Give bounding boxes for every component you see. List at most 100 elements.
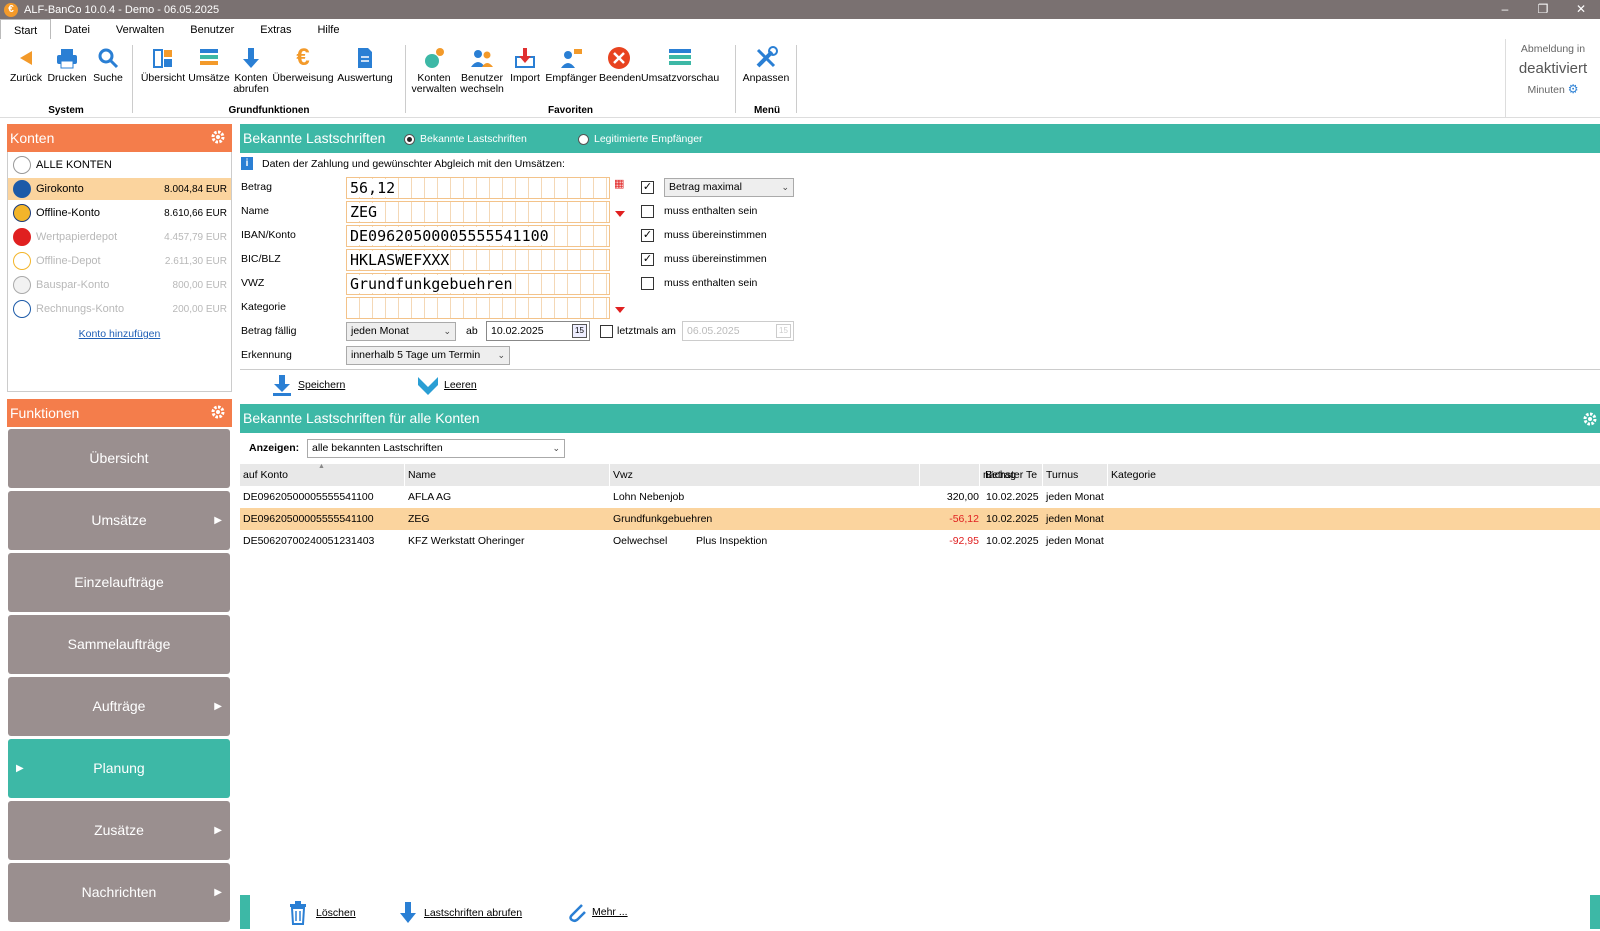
nav-planung[interactable]: ▶ Planung [8,739,230,798]
forecast-button[interactable]: Umsatzvorschau [641,43,719,84]
download-arrow-icon [400,902,416,923]
account-name: ALLE KONTEN [36,159,112,171]
nav-nachrichten[interactable]: Nachrichten ▶ [8,863,230,922]
import-button[interactable]: Import [507,43,543,84]
menu-start[interactable]: Start [0,19,52,39]
col-turnus[interactable]: Turnus [1046,469,1078,481]
gear-icon[interactable]: ⚙ [1568,82,1579,96]
account-name: Bauspar-Konto [36,279,110,291]
print-button[interactable]: Drucken [46,43,88,84]
account-balance: 4.457,79 EUR [164,231,227,243]
filter-select[interactable]: alle bekannten Lastschriften ⌄ [307,439,565,458]
switch-user-button[interactable]: Benutzer wechseln [459,43,505,95]
menu-datei[interactable]: Datei [51,19,103,39]
end-date-input[interactable]: 06.05.2025 15 [682,321,794,341]
betrag-checkbox[interactable]: ✓ [641,181,654,194]
save-button[interactable]: Speichern [272,374,345,396]
calculator-icon[interactable]: ▦ [614,178,625,191]
gear-icon[interactable] [210,129,226,145]
start-date-input[interactable]: 10.02.2025 15 [486,321,590,341]
transfer-button[interactable]: € Überweisung [272,43,334,84]
nav-umsaetze[interactable]: Umsätze ▶ [8,491,230,550]
exit-button[interactable]: Beenden [599,43,641,84]
gear-icon[interactable] [1582,411,1598,427]
betrag-input[interactable]: 56,12 [346,177,610,199]
fetch-debits-button[interactable]: Lastschriften abrufen [398,901,522,925]
account-item-bauspar-konto[interactable]: Bauspar-Konto 800,00 EUR [8,274,231,296]
tools-icon [741,43,791,73]
back-button[interactable]: Zurück [8,43,44,84]
logout-status[interactable]: deaktiviert [1506,60,1600,77]
clear-button[interactable]: Leeren [416,373,477,397]
nav-auftraege[interactable]: Aufträge ▶ [8,677,230,736]
menu-extras[interactable]: Extras [247,19,304,39]
vwz-input[interactable]: Grundfunkgebuehren [346,273,610,295]
more-button[interactable]: Mehr ... [566,901,628,923]
account-item-offline-konto[interactable]: Offline-Konto 8.610,66 EUR [8,202,231,224]
label-kategorie: Kategorie [241,301,286,313]
iban-checkbox[interactable]: ✓ [641,229,654,242]
calendar-icon[interactable]: 15 [776,324,791,338]
fetch-accounts-button[interactable]: Konten abrufen [232,43,270,95]
delete-button[interactable]: Löschen [288,901,356,925]
table-row[interactable]: DE09620500005555541100 AFLA AG Lohn Nebe… [240,486,1600,508]
col-name[interactable]: Name [408,469,436,481]
cell-konto: DE50620700240051231403 [243,535,375,547]
bic-input[interactable]: HKLASWEFXXX [346,249,610,271]
menu-benutzer[interactable]: Benutzer [177,19,247,39]
add-account-link[interactable]: Konto hinzufügen [8,328,231,340]
close-button[interactable]: ✕ [1562,0,1600,19]
menu-hilfe[interactable]: Hilfe [304,19,352,39]
restore-button[interactable]: ❐ [1524,0,1562,19]
col-next[interactable]: nächster Te [983,469,1037,481]
account-all[interactable]: ALLE KONTEN [8,154,231,176]
letztmals-checkbox[interactable] [600,325,613,338]
nav-sammelauftraege[interactable]: Sammelaufträge [8,615,230,674]
col-divider [1042,464,1043,486]
minimize-button[interactable]: – [1486,0,1524,19]
manage-accounts-button[interactable]: Konten verwalten [411,43,457,95]
name-checkbox[interactable] [641,205,654,218]
cell-vwz: Oelwechsel [613,535,668,547]
interval-select[interactable]: jeden Monat ⌄ [346,322,456,341]
ribbon-group-favorites: Konten verwalten Benutzer wechseln Impor… [407,39,734,118]
betrag-mode-select[interactable]: Betrag maximal ⌄ [664,178,794,197]
customize-button[interactable]: Anpassen [741,43,791,84]
account-item-rechnungs-konto[interactable]: Rechnungs-Konto 200,00 EUR [8,298,231,320]
evaluation-button[interactable]: Auswertung [336,43,394,84]
money-bag-icon [411,43,457,73]
search-button[interactable]: Suche [90,43,126,84]
account-item-wertpapierdepot[interactable]: Wertpapierdepot 4.457,79 EUR [8,226,231,248]
gear-icon[interactable] [210,404,226,420]
label-ab: ab [466,325,478,337]
account-item-offline-depot[interactable]: Offline-Depot 2.611,30 EUR [8,250,231,272]
iban-input[interactable]: DE09620500005555541100 [346,225,610,247]
recipients-button[interactable]: Empfänger [545,43,597,84]
calendar-icon[interactable]: 15 [572,324,587,338]
col-konto[interactable]: auf Konto [243,469,288,481]
recognition-select[interactable]: innerhalb 5 Tage um Termin ⌄ [346,346,510,365]
nav-uebersicht[interactable]: Übersicht [8,429,230,488]
vwz-checkbox[interactable] [641,277,654,290]
table-row[interactable]: DE50620700240051231403 KFZ Werkstatt Ohe… [240,530,1600,552]
nav-einzelauftraege[interactable]: Einzelaufträge [8,553,230,612]
col-kategorie[interactable]: Kategorie [1111,469,1156,481]
account-item-girokonto[interactable]: Girokonto 8.004,84 EUR [8,178,231,200]
cell-betrag: -56,12 [949,513,979,525]
radio-legitimierte[interactable]: Legitimierte Empfänger [578,133,703,145]
cell-vwz: Lohn Nebenjob [613,491,685,503]
menu-verwalten[interactable]: Verwalten [103,19,177,39]
users-icon [459,43,505,73]
transactions-button[interactable]: Umsätze [188,43,230,84]
bic-checkbox[interactable]: ✓ [641,253,654,266]
nav-zusaetze[interactable]: Zusätze ▶ [8,801,230,860]
radio-bekannte[interactable]: Bekannte Lastschriften [404,133,527,145]
recipient-icon [545,43,597,73]
dropdown-arrow-icon[interactable] [615,211,625,217]
kategorie-input[interactable] [346,297,610,319]
name-input[interactable]: ZEG [346,201,610,223]
overview-button[interactable]: Übersicht [140,43,186,84]
dropdown-arrow-icon[interactable] [615,307,625,313]
col-vwz[interactable]: Vwz [613,469,633,481]
table-row[interactable]: DE09620500005555541100 ZEG Grundfunkgebu… [240,508,1600,530]
